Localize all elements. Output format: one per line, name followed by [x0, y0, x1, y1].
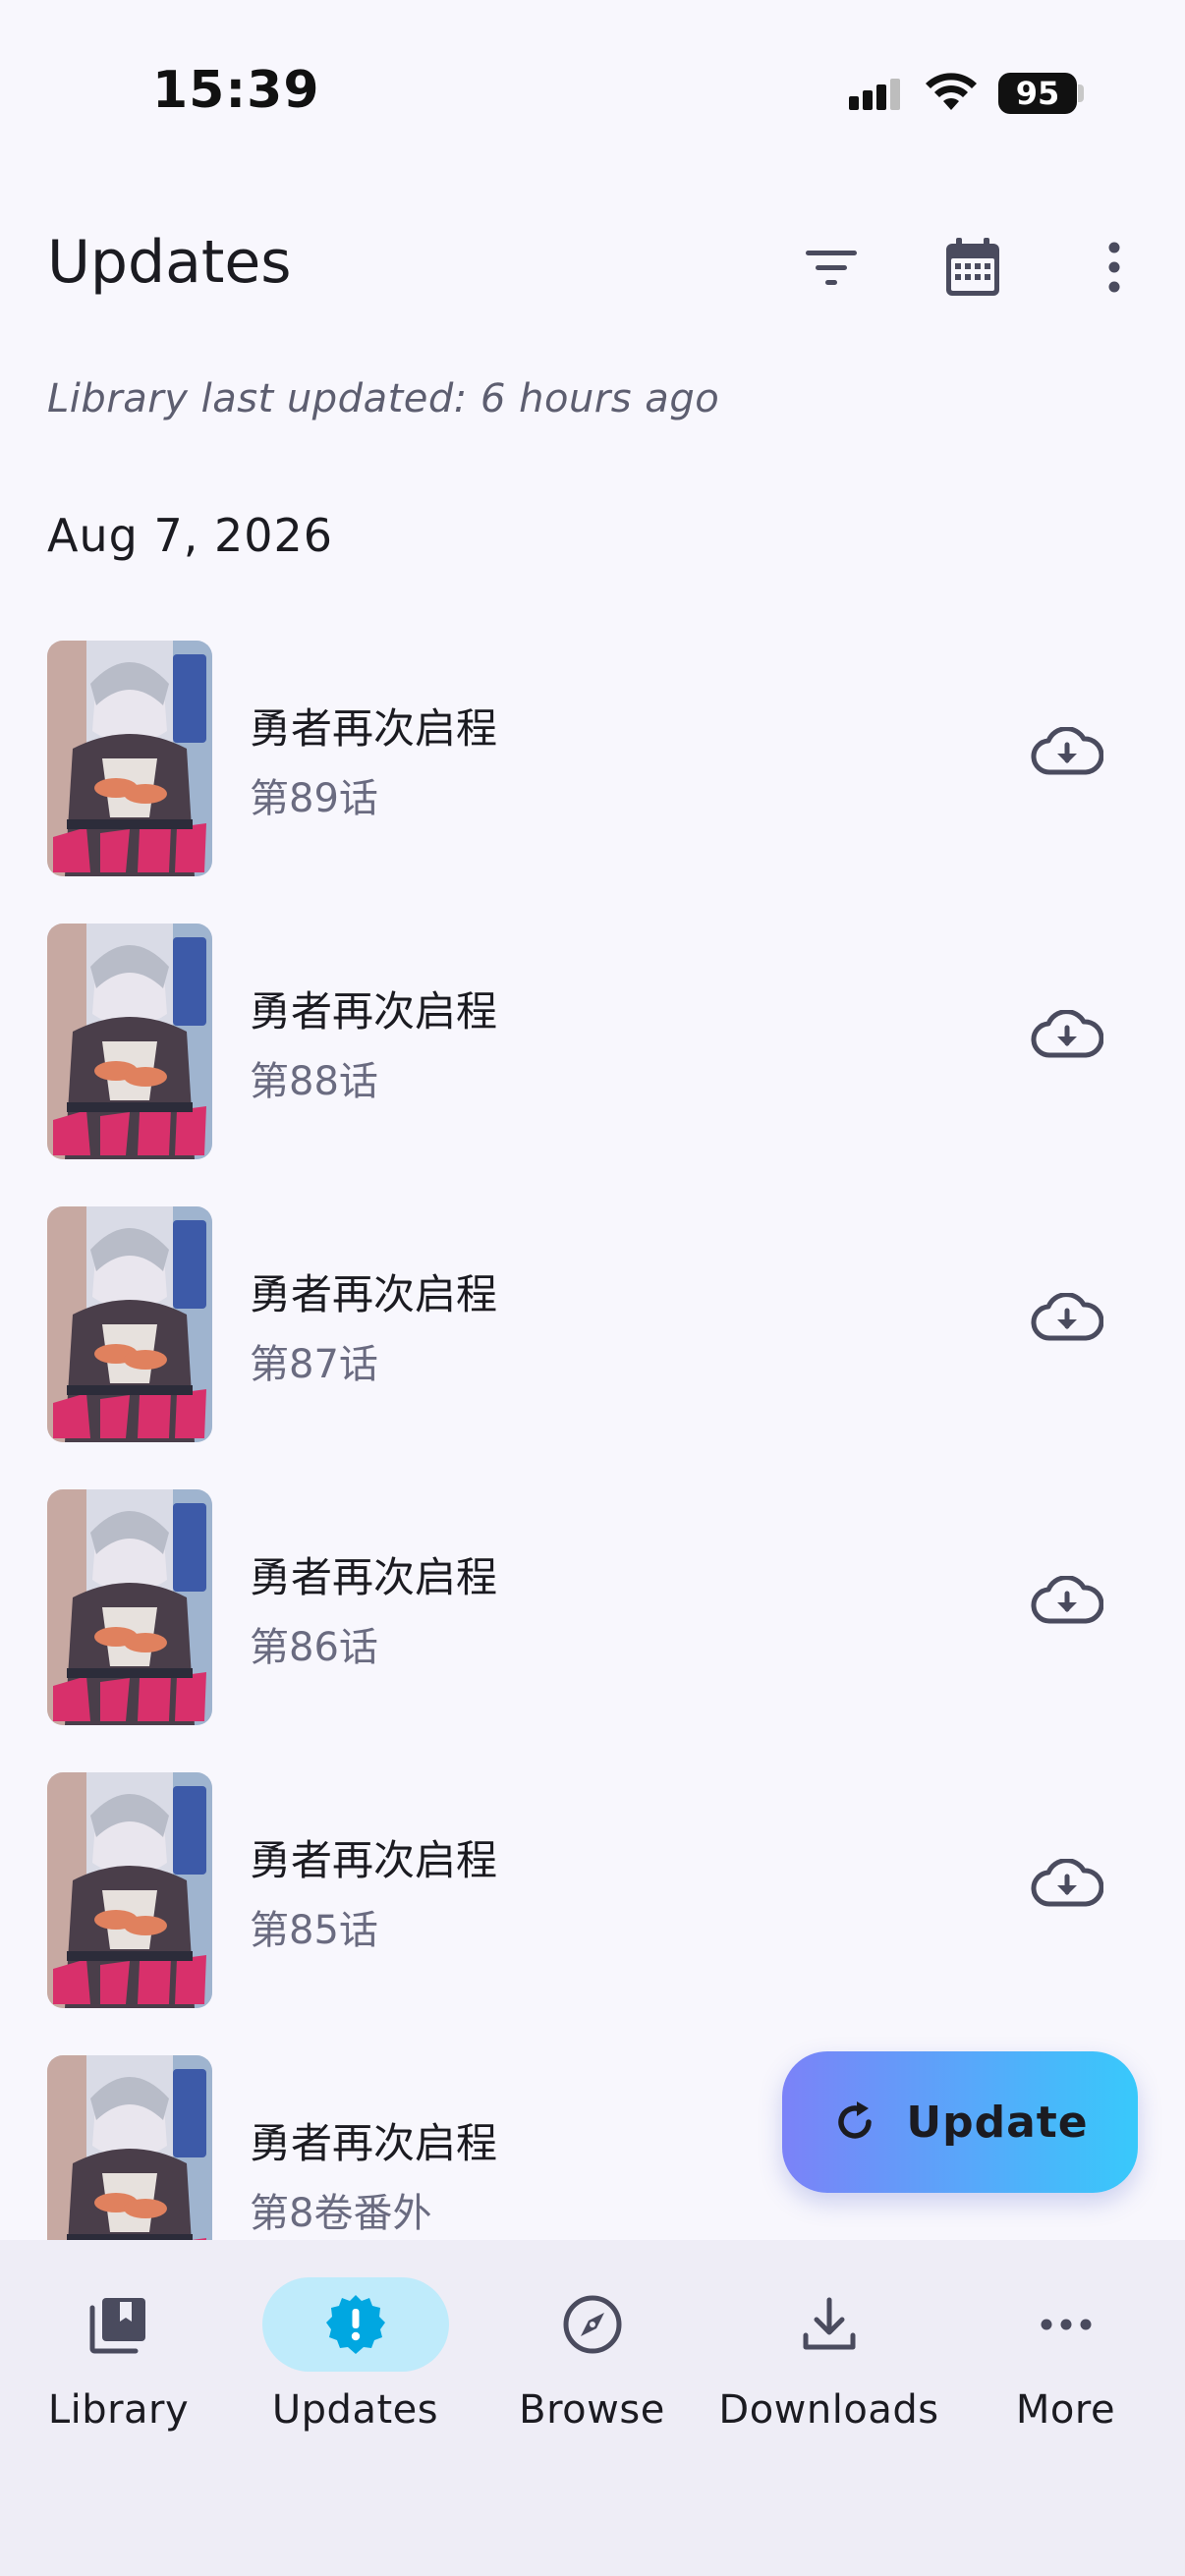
manga-title: 勇者再次启程 — [250, 1270, 498, 1318]
nav-downloads[interactable]: Downloads — [710, 2240, 947, 2456]
update-row[interactable]: 勇者再次启程 第86话 — [0, 1487, 1185, 1770]
compass-icon — [499, 2277, 686, 2372]
more-vert-icon[interactable] — [1077, 230, 1152, 305]
chapter-label: 第8卷番外 — [250, 2191, 432, 2236]
nav-more[interactable]: More — [947, 2240, 1184, 2456]
bottom-navigation: Library Updates Browse Downloads More — [0, 2240, 1185, 2576]
manga-title: 勇者再次启程 — [250, 1553, 498, 1601]
filter-icon[interactable] — [794, 230, 869, 305]
wifi-icon — [926, 73, 977, 110]
library-last-updated: Library last updated: 6 hours ago — [47, 376, 720, 421]
update-fab-label: Update — [906, 2097, 1089, 2148]
refresh-icon — [838, 2101, 873, 2139]
download-cloud-icon[interactable] — [1022, 1556, 1112, 1647]
nav-updates-label: Updates — [271, 2387, 439, 2433]
update-row[interactable]: 勇者再次启程 第85话 — [0, 1770, 1185, 2053]
update-row[interactable]: 勇者再次启程 第89话 — [0, 639, 1185, 922]
manga-cover-image[interactable] — [47, 1772, 212, 2008]
manga-title: 勇者再次启程 — [250, 1836, 498, 1884]
download-icon — [736, 2277, 923, 2372]
manga-cover-image[interactable] — [47, 1489, 212, 1725]
chapter-label: 第86话 — [250, 1625, 378, 1670]
calendar-icon[interactable] — [935, 230, 1010, 305]
download-cloud-icon[interactable] — [1022, 1839, 1112, 1930]
nav-library-label: Library — [47, 2387, 190, 2433]
manga-title: 勇者再次启程 — [250, 704, 498, 753]
update-fab-button[interactable]: Update — [782, 2051, 1138, 2193]
chapter-label: 第85话 — [250, 1908, 378, 1953]
nav-browse[interactable]: Browse — [474, 2240, 710, 2456]
status-time: 15:39 — [152, 61, 320, 120]
update-row[interactable]: 勇者再次启程 第88话 — [0, 922, 1185, 1204]
chapter-label: 第87话 — [250, 1342, 378, 1387]
nav-browse-label: Browse — [519, 2387, 665, 2433]
updates-list[interactable]: 勇者再次启程 第89话 勇者再次启程 第88话 勇者再次启程 第87话 勇者再次… — [0, 639, 1185, 2240]
battery-indicator: 95 — [998, 73, 1077, 114]
download-cloud-icon[interactable] — [1022, 990, 1112, 1081]
update-row[interactable]: 勇者再次启程 第87话 — [0, 1204, 1185, 1487]
nav-updates[interactable]: Updates — [237, 2240, 474, 2456]
chapter-label: 第89话 — [250, 776, 378, 821]
date-group-header: Aug 7, 2026 — [47, 509, 334, 562]
manga-cover-image[interactable] — [47, 641, 212, 876]
manga-cover-image[interactable] — [47, 2055, 212, 2240]
manga-cover-image[interactable] — [47, 1206, 212, 1442]
chapter-label: 第88话 — [250, 1059, 378, 1104]
manga-cover-image[interactable] — [47, 924, 212, 1159]
status-bar: 15:39 95 — [0, 0, 1185, 187]
manga-title: 勇者再次启程 — [250, 2119, 498, 2167]
download-cloud-icon[interactable] — [1022, 1273, 1112, 1364]
library-icon — [26, 2277, 212, 2372]
updates-icon — [261, 2277, 449, 2372]
page-title: Updates — [47, 228, 292, 297]
manga-title: 勇者再次启程 — [250, 987, 498, 1036]
download-cloud-icon[interactable] — [1022, 707, 1112, 798]
more-horiz-icon — [973, 2277, 1159, 2372]
signal-icon — [849, 79, 900, 110]
nav-library[interactable]: Library — [0, 2240, 237, 2456]
nav-downloads-label: Downloads — [718, 2387, 939, 2433]
nav-more-label: More — [1015, 2387, 1116, 2433]
battery-tip — [1078, 84, 1084, 102]
